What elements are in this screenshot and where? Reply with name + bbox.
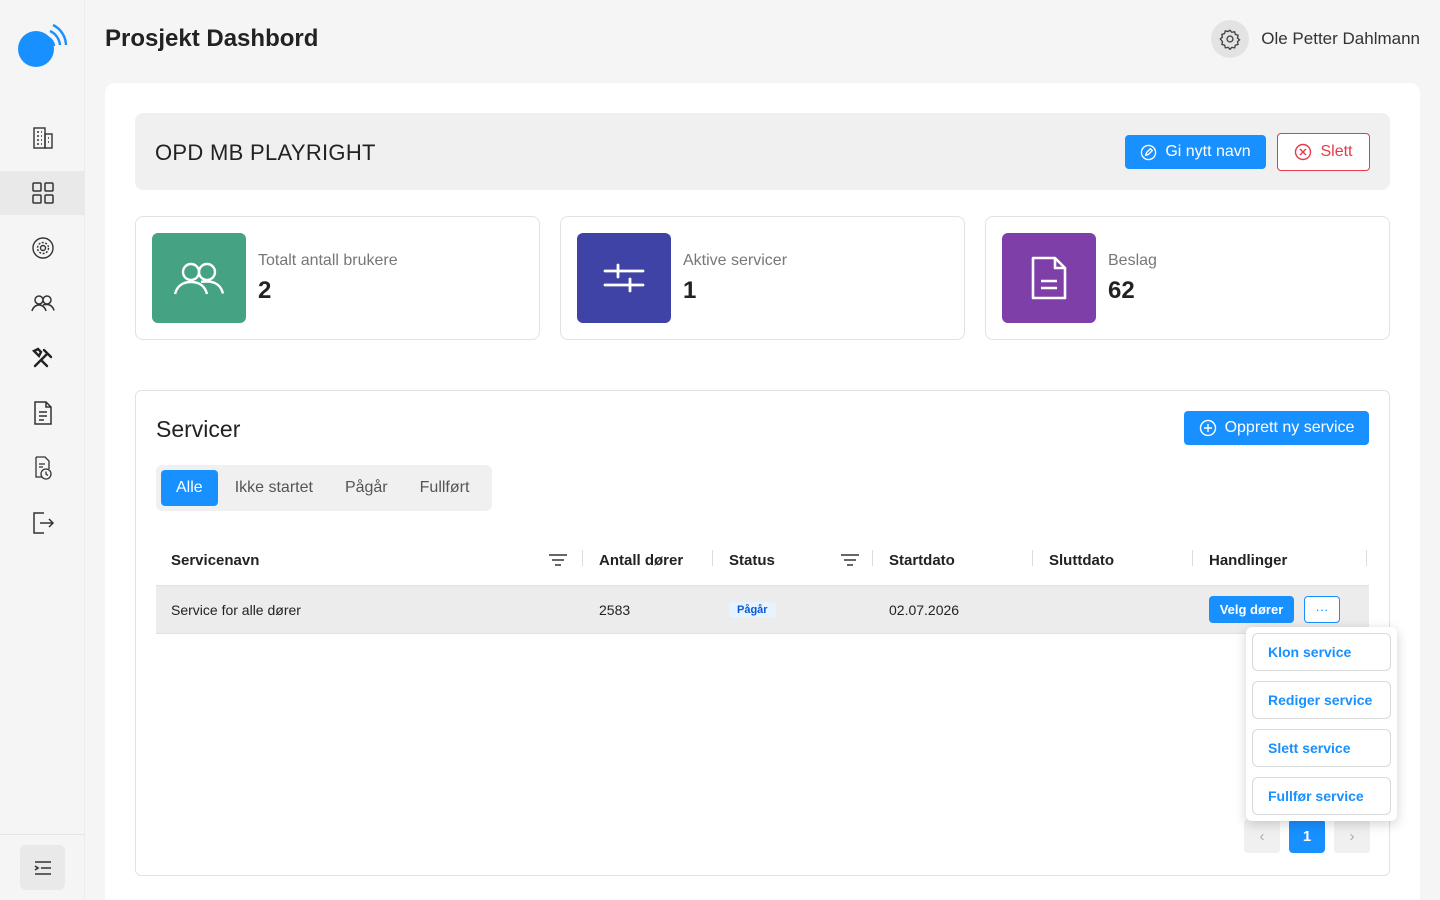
stat-value: 2 [258, 277, 272, 304]
column-header-doors[interactable]: Antall dører [599, 535, 683, 585]
services-panel: Servicer Opprett ny service Alle Ikke st… [135, 390, 1390, 876]
project-header: OPD MB PLAYRIGHT Gi nytt navn Slett [135, 113, 1390, 190]
table-header: Servicenavn Antall dører Status Startdat… [156, 535, 1369, 585]
project-name: OPD MB PLAYRIGHT [155, 140, 376, 165]
nav-history[interactable] [0, 446, 85, 490]
rename-project-button[interactable]: Gi nytt navn [1125, 135, 1266, 169]
main-content: OPD MB PLAYRIGHT Gi nytt navn Slett Tota… [105, 83, 1420, 900]
avatar[interactable] [1211, 20, 1250, 58]
user-name: Ole Petter Dahlmann [1261, 29, 1420, 48]
sidebar-collapse-button[interactable] [20, 845, 65, 890]
stat-value: 62 [1108, 277, 1135, 304]
plus-circle-icon [1199, 419, 1216, 437]
dashboard-grid-icon [31, 182, 54, 204]
tools-icon [31, 347, 52, 368]
tab-not-started[interactable]: Ikke startet [220, 470, 328, 506]
next-page-button[interactable]: › [1334, 819, 1370, 853]
stat-label: Beslag [1108, 252, 1157, 269]
column-separator [582, 550, 583, 566]
menu-item-delete-service[interactable]: Slett service [1252, 729, 1391, 767]
nav-services[interactable] [0, 226, 85, 270]
stat-value: 1 [683, 277, 697, 304]
services-table: Servicenavn Antall dører Status Startdat… [156, 535, 1369, 634]
tab-completed[interactable]: Fullført [405, 470, 485, 506]
gear-circle-icon [31, 237, 54, 259]
cell-service-name: Service for alle dører [171, 601, 301, 618]
status-tabs: Alle Ikke startet Pågår Fullført [156, 465, 492, 511]
page-number-button[interactable]: 1 [1289, 819, 1325, 853]
stat-label: Totalt antall brukere [258, 252, 398, 269]
rename-label: Gi nytt navn [1165, 143, 1251, 160]
table-row[interactable]: Service for alle dører 2583 Pågår 02.07.… [156, 585, 1369, 634]
filter-icon[interactable] [839, 549, 861, 571]
menu-item-edit-service[interactable]: Rediger service [1252, 681, 1391, 719]
sidebar-divider [0, 834, 85, 835]
delete-label: Slett [1320, 143, 1353, 160]
delete-project-button[interactable]: Slett [1277, 133, 1370, 171]
tab-all[interactable]: Alle [161, 470, 218, 506]
column-separator [1192, 550, 1193, 566]
nav-logout[interactable] [0, 501, 85, 545]
building-icon [32, 127, 53, 149]
pagination: ‹ 1 › [1244, 819, 1370, 853]
cell-start-date: 02.07.2026 [889, 601, 960, 618]
stat-icon-box [1002, 233, 1096, 323]
sidebar [0, 0, 85, 900]
services-title: Servicer [156, 416, 241, 442]
edit-circle-icon [1141, 144, 1157, 160]
nav-tools[interactable] [0, 336, 85, 380]
select-doors-button[interactable]: Velg dører [1209, 596, 1294, 623]
column-separator [872, 550, 873, 566]
column-separator [1032, 550, 1033, 566]
prev-page-button[interactable]: ‹ [1244, 819, 1280, 853]
nav-dashboard[interactable] [0, 171, 85, 215]
more-actions-button[interactable]: ··· [1304, 596, 1340, 623]
column-separator [712, 550, 713, 566]
stat-icon-box [577, 233, 671, 323]
cell-status: Pågår [729, 586, 776, 633]
cell-door-count: 2583 [599, 601, 631, 618]
users-icon [30, 295, 55, 312]
user-menu[interactable]: Ole Petter Dahlmann [1211, 20, 1420, 58]
column-header-status[interactable]: Status [729, 535, 775, 585]
menu-item-clone-service[interactable]: Klon service [1252, 633, 1391, 671]
stat-card-hardware: Beslag 62 [985, 216, 1390, 340]
nav-buildings[interactable] [0, 116, 85, 160]
filter-icon[interactable] [547, 549, 569, 571]
sliders-icon [603, 263, 645, 293]
status-badge: Pågår [729, 601, 776, 618]
column-header-end-date[interactable]: Sluttdato [1049, 535, 1114, 585]
nav-documents[interactable] [0, 391, 85, 435]
settings-gear-icon [1219, 29, 1241, 50]
column-header-actions: Handlinger [1209, 551, 1288, 569]
menu-item-complete-service[interactable]: Fullfør service [1252, 777, 1391, 815]
logout-icon [32, 512, 54, 534]
document-icon [1031, 256, 1067, 300]
users-icon [173, 262, 225, 295]
stat-icon-box [152, 233, 246, 323]
stat-card-active-services: Aktive servicer 1 [560, 216, 965, 340]
stat-label: Aktive servicer [683, 252, 788, 269]
stat-card-users: Totalt antall brukere 2 [135, 216, 540, 340]
menu-collapse-icon [34, 860, 51, 875]
column-header-start-date[interactable]: Startdato [889, 535, 955, 585]
create-service-label: Opprett ny service [1224, 419, 1355, 436]
create-service-button[interactable]: Opprett ny service [1184, 411, 1369, 445]
actions-dropdown-menu: Klon service Rediger service Slett servi… [1246, 627, 1397, 821]
column-header-name[interactable]: Servicenavn [171, 535, 259, 585]
document-icon [33, 401, 52, 425]
page-title: Prosjekt Dashbord [105, 25, 319, 52]
nav-users[interactable] [0, 281, 85, 325]
document-clock-icon [34, 456, 52, 480]
tab-in-progress[interactable]: Pågår [330, 470, 403, 506]
app-logo-icon[interactable] [17, 22, 69, 70]
column-separator [1366, 550, 1367, 566]
close-circle-icon [1295, 143, 1312, 161]
